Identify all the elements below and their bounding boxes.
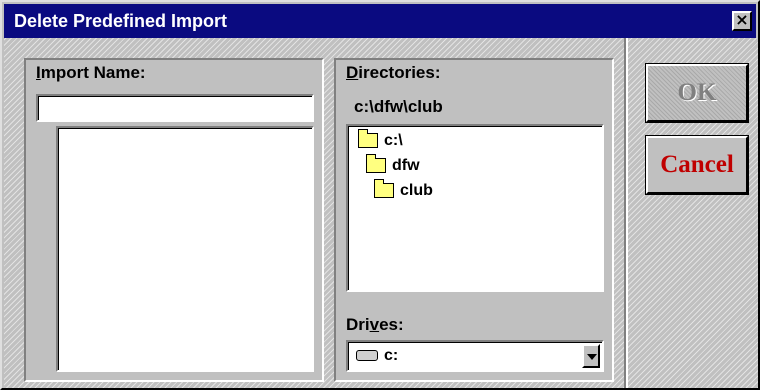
directory-item-dfw[interactable]: dfw [366, 154, 420, 175]
drive-icon [356, 350, 378, 362]
separator [624, 38, 628, 388]
title-bar[interactable]: Delete Predefined Import × [4, 4, 756, 38]
directories-label: Directories: [346, 63, 441, 82]
drives-selected: c: [356, 347, 398, 365]
dialog-window: Delete Predefined Import × Import Name: … [0, 0, 760, 390]
import-name-list[interactable] [56, 126, 314, 372]
directory-item-club[interactable]: club [374, 179, 433, 200]
directory-item-root[interactable]: c:\ [358, 129, 403, 150]
close-button[interactable]: × [732, 10, 752, 31]
import-name-panel: Import Name: [24, 58, 324, 382]
close-icon: × [735, 10, 749, 29]
cancel-button[interactable]: Cancel [645, 135, 749, 195]
directories-panel: Directories: c:\dfw\club c:\ dfw club Dr… [334, 58, 614, 382]
open-folder-icon [374, 179, 394, 199]
dialog-title: Delete Predefined Import [14, 11, 228, 31]
open-folder-icon [358, 129, 378, 149]
open-folder-icon [366, 154, 386, 174]
directories-list[interactable]: c:\ dfw club [346, 124, 604, 292]
import-name-label: Import Name: [36, 63, 146, 82]
drives-label: Drives: [346, 315, 404, 334]
drives-dropdown[interactable]: c: [346, 340, 604, 372]
chevron-down-icon[interactable] [582, 344, 600, 368]
current-directory-path: c:\dfw\club [354, 97, 443, 116]
ok-button[interactable]: OK [645, 63, 749, 123]
import-name-input[interactable] [36, 94, 314, 122]
